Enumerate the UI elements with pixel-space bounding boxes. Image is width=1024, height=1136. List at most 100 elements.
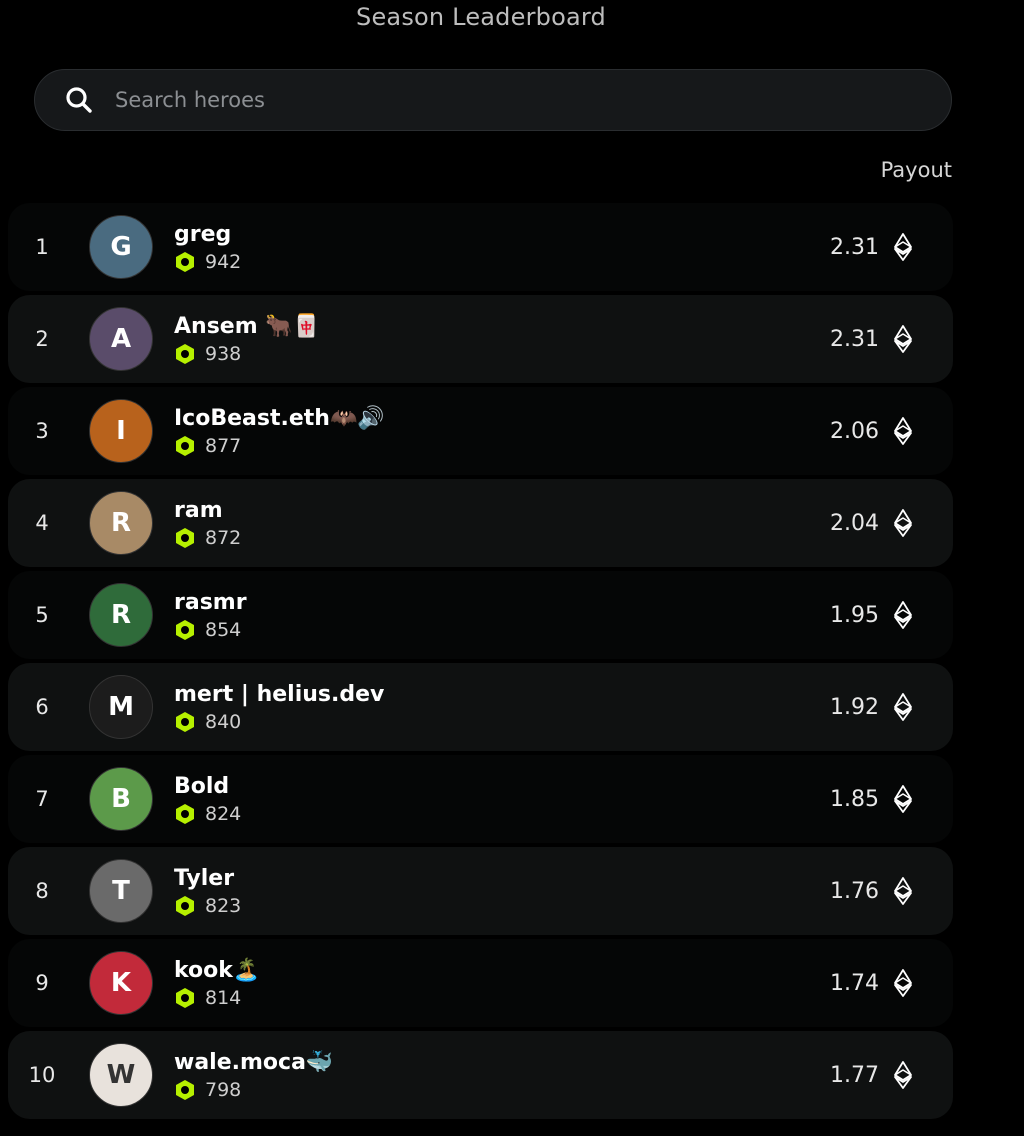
points-value: 840 <box>205 711 242 733</box>
points-value: 942 <box>205 251 242 273</box>
ethereum-icon <box>894 877 912 905</box>
player-info: rasmr 854 <box>174 589 247 641</box>
payout-value: 1.77 <box>830 1062 879 1088</box>
payout-value: 1.92 <box>830 694 879 720</box>
player-name[interactable]: kook🏝️ <box>174 957 260 985</box>
leaderboard-row[interactable]: 7 B Bold 824 1.85 <box>8 755 953 843</box>
hexagon-points-icon <box>176 988 194 1008</box>
rank-number: 7 <box>35 787 49 811</box>
hexagon-points-icon <box>176 252 194 272</box>
ethereum-icon <box>894 509 912 537</box>
payout-value: 2.06 <box>830 418 879 444</box>
search-input[interactable] <box>113 87 877 113</box>
player-name[interactable]: greg <box>174 221 241 249</box>
avatar-initial: K <box>110 968 132 998</box>
points-line: 938 <box>174 343 320 365</box>
payout-cell: 1.92 <box>830 693 913 721</box>
leaderboard-row[interactable]: 4 R ram 872 2.04 <box>8 479 953 567</box>
player-name[interactable]: wale.moca🐳 <box>174 1049 333 1077</box>
payout-cell: 1.85 <box>830 785 913 813</box>
leaderboard-row[interactable]: 6 M mert | helius.dev 840 1.92 <box>8 663 953 751</box>
player-info: Bold 824 <box>174 773 241 825</box>
ethereum-icon <box>894 325 912 353</box>
ethereum-icon <box>894 233 912 261</box>
rank-number: 6 <box>35 695 49 719</box>
player-info: ram 872 <box>174 497 241 549</box>
payout-cell: 2.04 <box>830 509 913 537</box>
search-bar[interactable] <box>34 69 952 131</box>
hexagon-points-icon <box>176 436 194 456</box>
rank-number: 1 <box>35 235 49 259</box>
avatar[interactable]: T <box>89 859 153 923</box>
points-line: 814 <box>174 987 260 1009</box>
hexagon-points-icon <box>176 1080 194 1100</box>
avatar[interactable]: W <box>89 1043 153 1107</box>
leaderboard-row[interactable]: 5 R rasmr 854 1.95 <box>8 571 953 659</box>
page-title: Season Leaderboard <box>356 3 606 31</box>
player-name[interactable]: Bold <box>174 773 241 801</box>
leaderboard-row[interactable]: 3 I IcoBeast.eth🦇🔊 877 2.06 <box>8 387 953 475</box>
payout-value: 1.74 <box>830 970 879 996</box>
avatar[interactable]: I <box>89 399 153 463</box>
avatar[interactable]: B <box>89 767 153 831</box>
points-line: 942 <box>174 251 241 273</box>
avatar[interactable]: K <box>89 951 153 1015</box>
payout-cell: 1.74 <box>830 969 913 997</box>
avatar-initial: I <box>116 416 126 446</box>
rank-number: 9 <box>35 971 49 995</box>
avatar-initial: B <box>111 784 131 814</box>
hexagon-points-icon <box>176 804 194 824</box>
player-info: Tyler 823 <box>174 865 241 917</box>
player-info: greg 942 <box>174 221 241 273</box>
payout-value: 1.95 <box>830 602 879 628</box>
player-name[interactable]: mert | helius.dev <box>174 681 384 709</box>
player-name[interactable]: Ansem 🐂🀄 <box>174 313 320 341</box>
rank-number: 5 <box>35 603 49 627</box>
payout-value: 1.85 <box>830 786 879 812</box>
payout-cell: 2.06 <box>830 417 913 445</box>
leaderboard-row[interactable]: 2 A Ansem 🐂🀄 938 2.31 <box>8 295 953 383</box>
avatar[interactable]: A <box>89 307 153 371</box>
payout-cell: 1.95 <box>830 601 913 629</box>
leaderboard-row[interactable]: 1 G greg 942 2.31 <box>8 203 953 291</box>
leaderboard-row[interactable]: 10 W wale.moca🐳 798 1.77 <box>8 1031 953 1119</box>
player-name[interactable]: Tyler <box>174 865 241 893</box>
player-info: Ansem 🐂🀄 938 <box>174 313 320 365</box>
hexagon-points-icon <box>176 620 194 640</box>
points-value: 814 <box>205 987 242 1009</box>
payout-value: 2.31 <box>830 326 879 352</box>
points-line: 824 <box>174 803 241 825</box>
payout-cell: 2.31 <box>830 325 913 353</box>
ethereum-icon <box>894 785 912 813</box>
player-info: wale.moca🐳 798 <box>174 1049 333 1101</box>
avatar[interactable]: G <box>89 215 153 279</box>
leaderboard-row[interactable]: 9 K kook🏝️ 814 1.74 <box>8 939 953 1027</box>
player-name[interactable]: IcoBeast.eth🦇🔊 <box>174 405 385 433</box>
points-value: 824 <box>205 803 242 825</box>
points-value: 854 <box>205 619 242 641</box>
points-line: 877 <box>174 435 385 457</box>
player-name[interactable]: ram <box>174 497 241 525</box>
search-icon <box>63 84 95 116</box>
points-line: 798 <box>174 1079 333 1101</box>
rank-number: 8 <box>35 879 49 903</box>
points-value: 877 <box>205 435 242 457</box>
avatar-initial: G <box>110 232 132 262</box>
points-line: 854 <box>174 619 247 641</box>
hexagon-points-icon <box>176 712 194 732</box>
hexagon-points-icon <box>176 528 194 548</box>
points-value: 798 <box>205 1079 242 1101</box>
payout-value: 1.76 <box>830 878 879 904</box>
avatar-initial: M <box>108 692 134 722</box>
player-name[interactable]: rasmr <box>174 589 247 617</box>
payout-cell: 1.76 <box>830 877 913 905</box>
avatar-initial: A <box>110 324 132 354</box>
avatar[interactable]: R <box>89 491 153 555</box>
points-value: 938 <box>205 343 242 365</box>
ethereum-icon <box>894 693 912 721</box>
avatar-initial: T <box>112 876 130 906</box>
leaderboard-row[interactable]: 8 T Tyler 823 1.76 <box>8 847 953 935</box>
avatar[interactable]: R <box>89 583 153 647</box>
avatar[interactable]: M <box>89 675 153 739</box>
payout-column-header: Payout <box>880 158 952 182</box>
